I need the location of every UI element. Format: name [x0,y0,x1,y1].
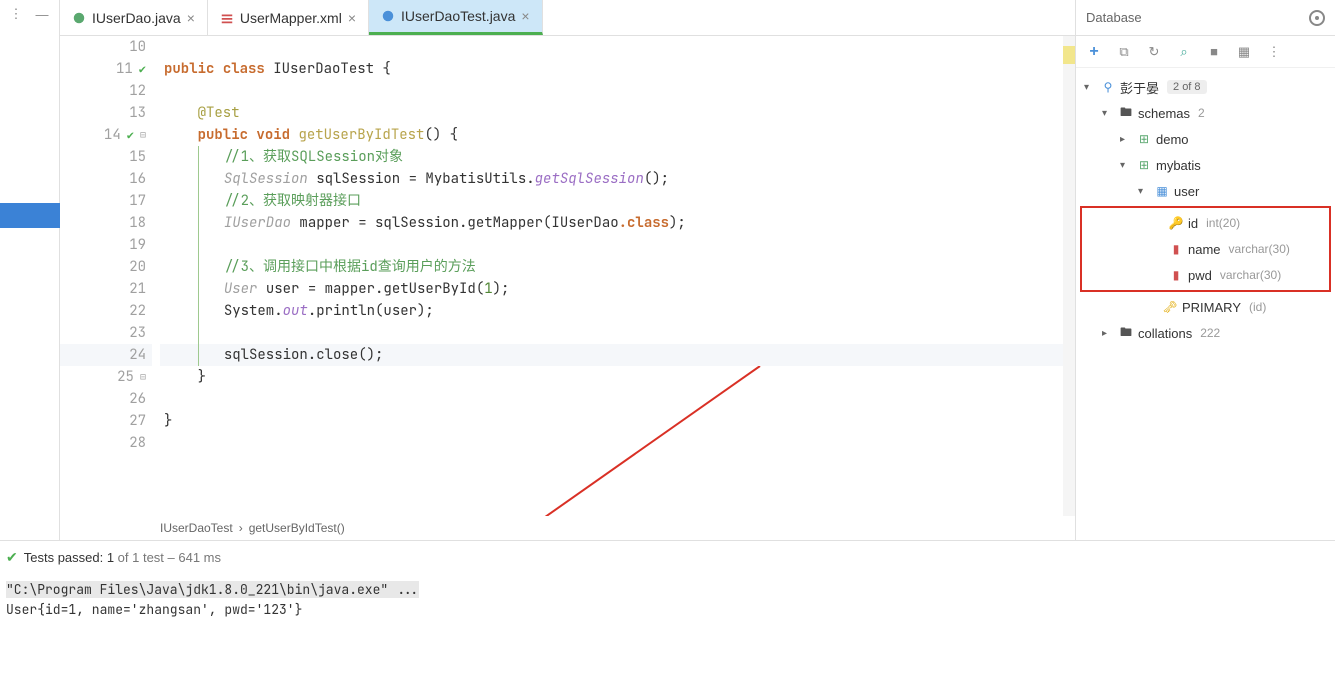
database-toolbar: + ⧉ ↻ ⌕ ■ ▦ ⋮ [1076,36,1335,68]
close-icon[interactable]: × [348,10,356,26]
chevron-down-icon[interactable]: ▾ [1120,160,1132,171]
side-highlight [0,203,60,228]
tab-iuserdaotest[interactable]: IUserDaoTest.java × [369,0,543,35]
tree-table-user[interactable]: ▾ ▦ user [1076,178,1335,204]
breadcrumb-class[interactable]: IUserDaoTest [160,521,233,535]
breadcrumb-method[interactable]: getUserByIdTest() [249,521,345,535]
copy-icon[interactable]: ⧉ [1116,44,1132,60]
chevron-right-icon[interactable]: ▸ [1102,328,1114,339]
close-icon[interactable]: × [187,10,195,26]
refresh-icon[interactable]: ↻ [1146,44,1162,60]
schema-icon: ⊞ [1136,157,1152,173]
java-file-icon [72,11,86,25]
column-icon: ▮ [1168,267,1184,283]
test-run-panel: ✔ Tests passed: 1 of 1 test – 641 ms "C:… [0,540,1335,628]
chevron-right-icon[interactable]: ▸ [1120,134,1132,145]
console-line: User{id=1, name='zhangsan', pwd='123'} [6,600,1329,620]
columns-highlight: 🔑 id int(20) ▮ name varchar(30) ▮ pwd va… [1080,206,1331,292]
close-icon[interactable]: × [521,8,529,24]
tree-schemas[interactable]: ▾ 🖿 schemas 2 [1076,100,1335,126]
left-tool-strip: ⋮ — [0,0,60,540]
breadcrumb[interactable]: IUserDaoTest › getUserByIdTest() [60,516,1075,540]
tree-datasource[interactable]: ▾ ⚲ 彭于晏 2 of 8 [1076,74,1335,100]
table-icon: ▦ [1154,183,1170,199]
grid-icon[interactable]: ▦ [1236,44,1252,60]
more-icon[interactable]: ⋮ [8,6,24,22]
xml-file-icon [220,11,234,25]
add-icon[interactable]: + [1086,44,1102,60]
console-output[interactable]: "C:\Program Files\Java\jdk1.8.0_221\bin\… [6,580,1329,620]
search-icon[interactable]: ⌕ [1176,44,1192,60]
tab-usermapper[interactable]: UserMapper.xml × [208,0,369,35]
tree-schema-mybatis[interactable]: ▾ ⊞ mybatis [1076,152,1335,178]
folder-icon: 🖿 [1118,325,1134,341]
tree-collations[interactable]: ▸ 🖿 collations 222 [1076,320,1335,346]
test-file-icon [381,9,395,23]
check-icon: ✔ [6,549,18,566]
minimize-icon[interactable]: — [34,6,50,22]
column-icon: ▮ [1168,241,1184,257]
scrollbar[interactable] [1063,36,1075,516]
tab-label: IUserDaoTest.java [401,8,515,24]
code-content[interactable]: public class IUserDaoTest { @Test public… [160,36,1075,516]
chevron-down-icon[interactable]: ▾ [1084,82,1096,93]
stop-icon[interactable]: ■ [1206,44,1222,60]
tree-column-id[interactable]: 🔑 id int(20) [1082,210,1329,236]
tab-label: IUserDao.java [92,10,181,26]
datasource-icon: ⚲ [1100,79,1116,95]
schema-icon: ⊞ [1136,131,1152,147]
test-status: ✔ Tests passed: 1 of 1 test – 641 ms [6,549,1329,566]
run-gutter-icon[interactable]: ✔ [139,58,146,80]
tab-iuserdao[interactable]: IUserDao.java × [60,0,208,35]
tree-schema-demo[interactable]: ▸ ⊞ demo [1076,126,1335,152]
code-editor[interactable]: 10 11 ✔ 12 13 14 ✔ ⊟ 15 16 17 18 19 20 2… [60,36,1075,516]
chevron-down-icon[interactable]: ▾ [1138,186,1150,197]
database-tree: ▾ ⚲ 彭于晏 2 of 8 ▾ 🖿 schemas 2 ▸ ⊞ demo ▾ … [1076,68,1335,540]
key-icon: 🔑 [1168,215,1184,231]
tree-column-pwd[interactable]: ▮ pwd varchar(30) [1082,262,1329,288]
gutter: 10 11 ✔ 12 13 14 ✔ ⊟ 15 16 17 18 19 20 2… [60,36,160,516]
console-command: "C:\Program Files\Java\jdk1.8.0_221\bin\… [6,581,419,598]
tree-column-name[interactable]: ▮ name varchar(30) [1082,236,1329,262]
tab-label: UserMapper.xml [240,10,342,26]
chevron-down-icon[interactable]: ▾ [1102,108,1114,119]
database-title: Database [1086,10,1142,25]
target-icon[interactable] [1309,10,1325,26]
key-icon: 🗝 [1162,299,1178,315]
folder-icon: 🖿 [1118,105,1134,121]
more-icon[interactable]: ⋮ [1266,44,1282,60]
editor-tabs: IUserDao.java × UserMapper.xml × IUserDa… [60,0,1075,36]
database-panel: Database + ⧉ ↻ ⌕ ■ ▦ ⋮ ▾ ⚲ 彭于晏 2 of 8 ▾ … [1075,0,1335,540]
fold-icon[interactable]: ⊟ [140,124,146,146]
tree-primary-key[interactable]: 🗝 PRIMARY (id) [1076,294,1335,320]
run-gutter-icon[interactable]: ✔ [127,124,134,146]
scroll-marker [1063,46,1075,64]
fold-icon[interactable]: ⊟ [140,366,146,388]
